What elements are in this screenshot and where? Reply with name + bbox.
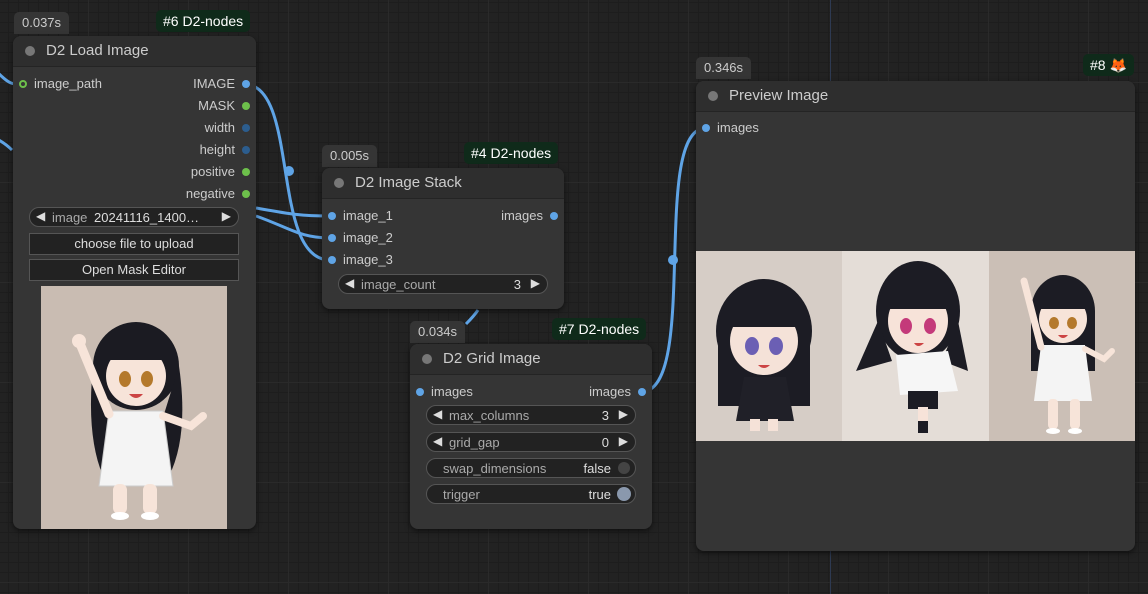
slot-label: MASK: [198, 98, 235, 113]
slot-dot-icon[interactable]: [242, 124, 250, 132]
slot-dot-icon[interactable]: [328, 256, 336, 264]
slot-label: images: [431, 384, 473, 399]
slot-label: image_1: [343, 208, 393, 223]
widget-name: max_columns: [449, 408, 530, 423]
widget-name: image_count: [361, 277, 436, 292]
grid-gap-widget[interactable]: ◀ grid_gap 0 ▶: [426, 432, 636, 452]
slot-dot-icon[interactable]: [19, 80, 27, 88]
max-columns-widget[interactable]: ◀ max_columns 3 ▶: [426, 405, 636, 425]
load-image-node[interactable]: D2 Load Image image_path IMAGE MASK widt…: [13, 36, 256, 529]
preview-image-node[interactable]: Preview Image images: [696, 81, 1135, 551]
widget-value: false: [583, 461, 611, 476]
grid-image-timing: 0.034s: [410, 321, 466, 343]
character-standing-waving-image: [41, 286, 227, 529]
slot-label: positive: [190, 164, 235, 179]
slot-label: height: [199, 142, 235, 157]
swap-dimensions-toggle[interactable]: swap_dimensions false: [426, 458, 636, 478]
preview-image-title-bar[interactable]: Preview Image: [696, 81, 1135, 112]
increment-arrow-icon[interactable]: ▶: [619, 434, 628, 448]
collapse-dot-icon[interactable]: [334, 178, 344, 188]
widget-name: swap_dimensions: [443, 461, 547, 476]
collapse-dot-icon[interactable]: [25, 46, 35, 56]
slot-label: images: [717, 120, 759, 135]
slot-dot-icon[interactable]: [328, 234, 336, 242]
load-image-title: D2 Load Image: [46, 42, 149, 59]
slot-dot-icon[interactable]: [638, 388, 646, 396]
decrement-arrow-icon[interactable]: ◀: [433, 407, 442, 421]
widget-value: 3: [601, 408, 609, 423]
load-image-timing: 0.037s: [14, 12, 70, 34]
link-reroute-dot: [284, 166, 294, 176]
decrement-arrow-icon[interactable]: ◀: [36, 209, 45, 223]
image-count-widget[interactable]: ◀ image_count 3 ▶: [338, 274, 548, 294]
link-midpoint-dot: [668, 255, 678, 265]
preview-image-id-badge: #8 🦊: [1083, 54, 1134, 76]
slot-dot-icon[interactable]: [242, 168, 250, 176]
widget-value: true: [588, 487, 611, 502]
grid-image-node[interactable]: D2 Grid Image images images ◀ max_column…: [410, 344, 652, 529]
slot-label: IMAGE: [193, 76, 235, 91]
slot-dot-icon[interactable]: [328, 212, 336, 220]
slot-dot-icon[interactable]: [416, 388, 424, 396]
image-stack-title: D2 Image Stack: [355, 174, 462, 191]
link-image-to-image3: [243, 82, 331, 262]
increment-arrow-icon[interactable]: ▶: [619, 407, 628, 421]
decrement-arrow-icon[interactable]: ◀: [345, 276, 354, 290]
slot-label: negative: [185, 186, 235, 201]
grid-image-id-badge: #7 D2-nodes: [552, 318, 647, 340]
grid-image-title-bar[interactable]: D2 Grid Image: [410, 344, 652, 375]
decrement-arrow-icon[interactable]: ◀: [433, 434, 442, 448]
open-mask-editor-button[interactable]: Open Mask Editor: [29, 259, 239, 281]
image-combo-widget[interactable]: ◀ image 20241116_1400… ▶: [29, 207, 239, 227]
image-stack-title-bar[interactable]: D2 Image Stack: [322, 168, 564, 199]
slot-dot-icon[interactable]: [242, 80, 250, 88]
collapse-dot-icon[interactable]: [708, 91, 718, 101]
increment-arrow-icon[interactable]: ▶: [222, 209, 231, 223]
widget-value: 0: [601, 435, 609, 450]
preview-image-timing: 0.346s: [696, 57, 752, 79]
slot-dot-icon[interactable]: [242, 190, 250, 198]
widget-value: 3: [513, 277, 521, 292]
slot-dot-icon[interactable]: [242, 146, 250, 154]
slot-label: images: [501, 208, 543, 223]
link-to-image2: [255, 214, 331, 240]
trigger-toggle[interactable]: trigger true: [426, 484, 636, 504]
slot-dot-icon[interactable]: [242, 102, 250, 110]
slot-dot-icon[interactable]: [702, 124, 710, 132]
image-stack-id-badge: #4 D2-nodes: [464, 142, 559, 164]
choose-file-button[interactable]: choose file to upload: [29, 233, 239, 255]
link-offscreen: [0, 138, 14, 152]
link-to-image1: [255, 206, 331, 218]
widget-value: 20241116_1400…: [94, 210, 200, 225]
slot-label: width: [204, 120, 235, 135]
image-stack-timing: 0.005s: [322, 145, 378, 167]
collapse-dot-icon[interactable]: [422, 354, 432, 364]
load-image-title-bar[interactable]: D2 Load Image: [13, 36, 256, 67]
load-image-id-badge: #6 D2-nodes: [156, 10, 251, 32]
link-stack-to-grid: [464, 309, 480, 326]
widget-name: trigger: [443, 487, 480, 502]
three-character-grid-image: [696, 251, 1135, 441]
widget-name: grid_gap: [449, 435, 500, 450]
image-stack-node[interactable]: D2 Image Stack image_1 image_2 image_3 i…: [322, 168, 564, 309]
slot-label: image_2: [343, 230, 393, 245]
slot-label: image_path: [34, 76, 102, 91]
toggle-off-knob-icon[interactable]: [618, 462, 630, 474]
toggle-on-knob-icon[interactable]: [617, 487, 631, 501]
widget-name: image: [52, 210, 88, 225]
slot-label: images: [589, 384, 631, 399]
preview-image-title: Preview Image: [729, 87, 829, 104]
slot-label: image_3: [343, 252, 393, 267]
slot-dot-icon[interactable]: [550, 212, 558, 220]
increment-arrow-icon[interactable]: ▶: [531, 276, 540, 290]
grid-image-title: D2 Grid Image: [443, 350, 541, 367]
